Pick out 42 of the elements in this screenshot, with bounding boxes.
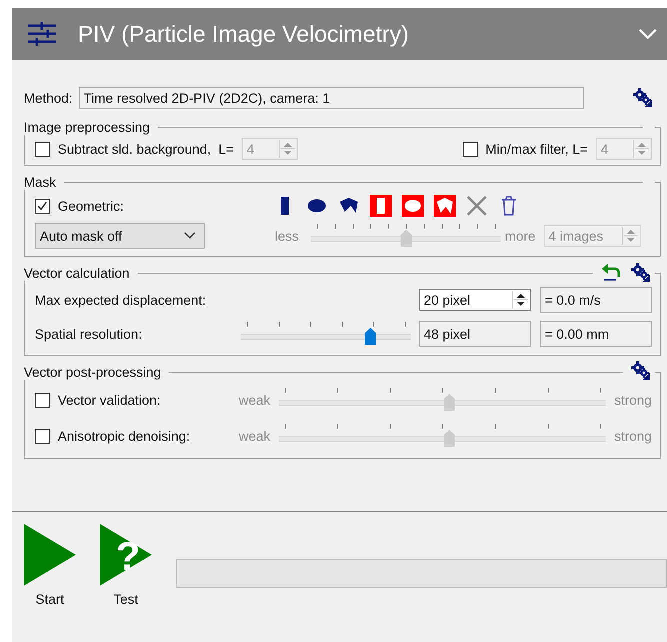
value-field: 48 pixel — [419, 321, 531, 347]
checkbox-label: Subtract sld. background, L= — [58, 142, 234, 156]
group-title: Vector post-processing — [24, 364, 170, 380]
undo-icon[interactable] — [601, 263, 621, 283]
chevron-icon[interactable] — [639, 28, 657, 40]
play-icon — [24, 524, 76, 586]
checkbox-label: Anisotropic denoising: — [58, 428, 190, 444]
panel-header[interactable]: PIV (Particle Image Velocimetry) — [12, 8, 667, 60]
slider-min-label: weak — [239, 392, 271, 408]
gears-icon[interactable] — [633, 88, 653, 108]
checkbox[interactable] — [35, 198, 50, 214]
slider-min-label: weak — [239, 428, 271, 444]
checkbox-label: Min/max filter, L= — [486, 142, 588, 156]
start-button[interactable]: Start — [24, 524, 76, 607]
caret-icon — [184, 232, 196, 240]
method-field[interactable]: Time resolved 2D-PIV (2D2C), camera: 1 — [78, 87, 584, 109]
polygon-erase-icon[interactable] — [434, 195, 456, 217]
parameter-label: Max expected displacement: — [35, 292, 206, 308]
spin-field[interactable]: 20 pixel — [419, 289, 531, 311]
panel-title: PIV (Particle Image Velocimetry) — [78, 20, 410, 48]
checkbox-label: Geometric: — [58, 198, 124, 214]
checkbox-label: Vector validation: — [58, 392, 161, 408]
test-button[interactable]: ? Test — [100, 524, 152, 607]
gears-icon[interactable] — [631, 263, 651, 283]
close-icon[interactable] — [466, 195, 488, 217]
gears-icon[interactable] — [631, 360, 651, 380]
parameter-label: Spatial resolution: — [35, 326, 142, 342]
slider-thumb[interactable] — [365, 328, 376, 345]
slider-max-label: strong — [614, 392, 652, 408]
method-label: Method: — [24, 90, 73, 106]
reading-field: = 0.00 mm — [540, 321, 652, 347]
slider-max-label: strong — [614, 428, 652, 444]
slider-max-label: more — [505, 228, 536, 244]
group-title: Mask — [24, 174, 64, 190]
auto-mask-dropdown[interactable]: Auto mask off — [35, 223, 205, 249]
spin-arrows-icon[interactable] — [512, 291, 529, 309]
ellipse-erase-icon[interactable] — [402, 195, 424, 217]
rectangle-erase-icon[interactable] — [370, 195, 392, 217]
sliders-icon — [28, 22, 56, 46]
reading-field: = 0.0 m/s — [540, 287, 652, 313]
slider-min-label: less — [275, 228, 300, 244]
play-help-icon: ? — [100, 524, 152, 586]
